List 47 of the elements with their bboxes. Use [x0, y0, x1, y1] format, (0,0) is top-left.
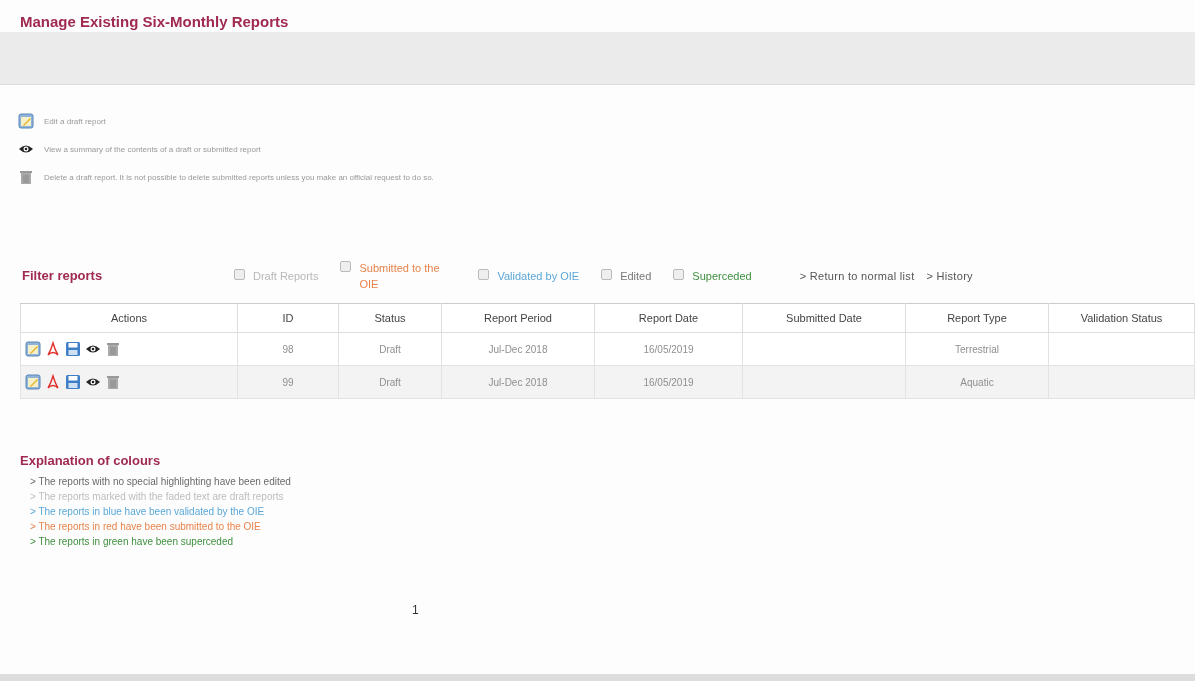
- explanation-line: > The reports in green have been superceded: [30, 536, 234, 547]
- page-title: Manage Existing Six-Monthly Reports: [19, 12, 290, 32]
- filter-option-label[interactable]: Edited: [620, 267, 652, 284]
- legend-text: View a summary of the contents of a draft or submitted report: [44, 144, 261, 154]
- column-header[interactable]: ID: [237, 303, 339, 333]
- filter-link[interactable]: > Return to normal list: [799, 269, 915, 282]
- explanation-line: > The reports marked with the faded text are draft reports: [30, 491, 285, 502]
- table-cell: Draft: [338, 365, 442, 399]
- pdf-icon[interactable]: [45, 374, 61, 390]
- filter-option-label[interactable]: Superceded: [692, 267, 752, 284]
- table-cell: Jul-Dec 2018: [441, 332, 595, 366]
- column-header[interactable]: Status: [338, 303, 442, 333]
- edit-icon[interactable]: [25, 374, 41, 390]
- column-header[interactable]: Validation Status: [1048, 303, 1195, 333]
- explanation-line: > The reports in red have been submitted to the OIE: [30, 521, 262, 532]
- table-cell: Jul-Dec 2018: [441, 365, 595, 399]
- filter-checkbox[interactable]: [478, 268, 490, 280]
- table-cell: 99: [237, 365, 339, 399]
- save-icon[interactable]: [65, 374, 81, 390]
- explanation-line: > The reports in blue have been validated by the OIE: [30, 506, 266, 517]
- save-icon[interactable]: [65, 341, 81, 357]
- filter-checkbox[interactable]: [601, 268, 613, 280]
- filter-label: Filter reports: [22, 268, 104, 283]
- filter-checkbox[interactable]: [234, 268, 245, 280]
- edit-icon[interactable]: [18, 113, 34, 129]
- table-cell: 16/05/2019: [594, 365, 743, 399]
- table-cell: Aquatic: [905, 365, 1049, 399]
- explanation-line: > The reports with no special highlighting have been edited: [30, 476, 292, 487]
- legend-text: Delete a draft report. It is not possible to delete submitted reports unless you make an official request to do so.: [44, 172, 434, 182]
- table-cell: Draft: [338, 332, 442, 366]
- legend-text: Edit a draft report: [44, 116, 106, 126]
- pdf-icon[interactable]: [45, 341, 61, 357]
- table-cell: 16/05/2019: [594, 332, 743, 366]
- trash-icon[interactable]: [18, 169, 34, 185]
- table-cell: Terrestrial: [905, 332, 1049, 366]
- filter-checkbox[interactable]: [340, 260, 352, 272]
- edit-icon[interactable]: [25, 341, 41, 357]
- filter-checkbox[interactable]: [673, 268, 685, 280]
- column-header[interactable]: Report Type: [905, 303, 1049, 333]
- column-header[interactable]: Submitted Date: [742, 303, 906, 333]
- column-header[interactable]: Report Date: [594, 303, 743, 333]
- filter-link[interactable]: > History: [926, 269, 973, 282]
- section-title: Explanation of colours: [20, 453, 162, 468]
- table-cell: 98: [237, 332, 339, 366]
- column-header[interactable]: Report Period: [441, 303, 595, 333]
- column-header[interactable]: Actions: [20, 303, 238, 333]
- page-number[interactable]: 1: [412, 603, 419, 617]
